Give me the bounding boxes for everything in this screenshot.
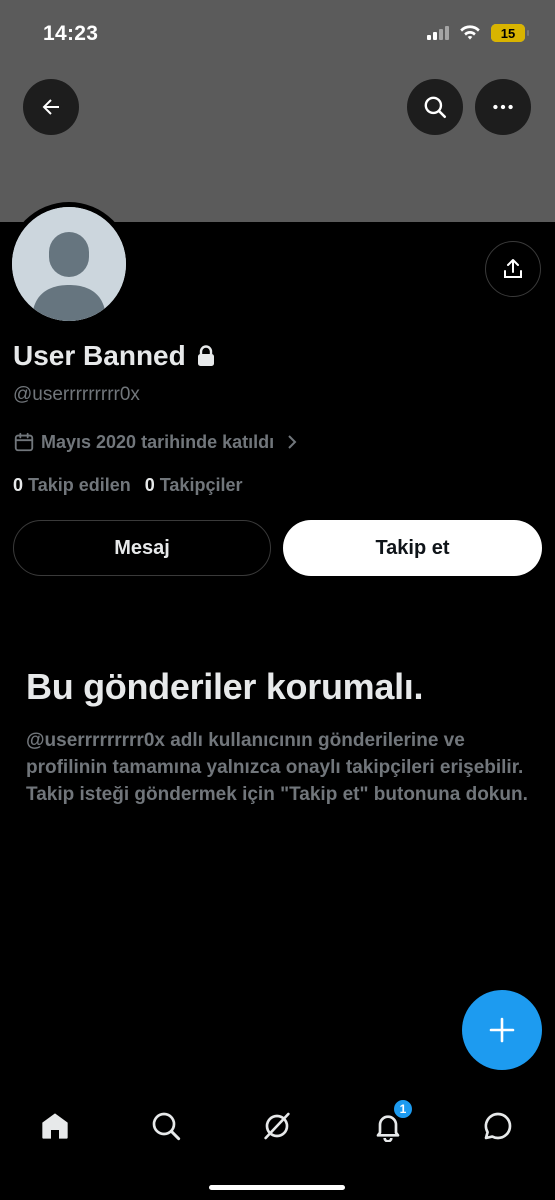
share-button[interactable] bbox=[485, 241, 541, 297]
status-time: 14:23 bbox=[43, 22, 99, 45]
following-label: Takip edilen bbox=[28, 475, 131, 495]
home-icon bbox=[42, 1113, 68, 1139]
search-icon bbox=[424, 96, 447, 119]
follow-button[interactable]: Takip et bbox=[283, 520, 542, 576]
share-icon bbox=[504, 259, 522, 278]
status-icons: 15 bbox=[427, 24, 529, 42]
protected-title: Bu gönderiler korumalı. bbox=[26, 666, 424, 707]
more-options-button[interactable] bbox=[475, 79, 531, 135]
more-horizontal-icon bbox=[493, 104, 513, 110]
follow-stats: 0 Takip edilen 0 Takipçiler bbox=[13, 475, 242, 496]
following-stat[interactable]: 0 Takip edilen bbox=[13, 475, 131, 496]
chat-bubble-icon bbox=[484, 1112, 512, 1140]
bottom-tab-bar: 1 bbox=[0, 1080, 555, 1200]
wifi-icon bbox=[460, 25, 480, 40]
joined-date-row[interactable]: Mayıs 2020 tarihinde katıldı bbox=[13, 431, 300, 453]
status-bar: 14:23 15 bbox=[0, 0, 555, 70]
message-button[interactable]: Mesaj bbox=[13, 520, 271, 576]
lock-icon bbox=[197, 345, 214, 366]
plus-icon bbox=[489, 1017, 515, 1043]
avatar bbox=[12, 207, 126, 321]
tab-grok[interactable] bbox=[249, 1098, 305, 1154]
default-avatar-icon bbox=[12, 207, 126, 321]
joined-date: Mayıs 2020 tarihinde katıldı bbox=[41, 431, 275, 452]
display-name-row: User Banned bbox=[13, 340, 216, 372]
followers-label: Takipçiler bbox=[159, 475, 243, 495]
profile-handle: @userrrrrrrrr0x bbox=[13, 384, 140, 405]
profile-avatar[interactable] bbox=[7, 202, 131, 326]
tab-search[interactable] bbox=[138, 1098, 194, 1154]
chevron-right-icon bbox=[288, 435, 297, 449]
search-button[interactable] bbox=[407, 79, 463, 135]
back-button[interactable] bbox=[23, 79, 79, 135]
home-indicator bbox=[209, 1185, 345, 1190]
calendar-icon bbox=[14, 432, 34, 452]
tab-notifications[interactable]: 1 bbox=[360, 1098, 416, 1154]
followers-count: 0 bbox=[144, 475, 155, 495]
tab-messages[interactable] bbox=[470, 1098, 526, 1154]
display-name: User Banned bbox=[13, 340, 186, 371]
compose-button[interactable] bbox=[462, 990, 542, 1070]
followers-stat[interactable]: 0 Takipçiler bbox=[145, 475, 243, 496]
protected-description: @userrrrrrrrr0x adlı kullanıcının gönder… bbox=[26, 730, 528, 805]
tab-home[interactable] bbox=[27, 1098, 83, 1154]
following-count: 0 bbox=[13, 475, 24, 495]
signal-icon bbox=[427, 26, 449, 40]
grok-icon bbox=[264, 1112, 290, 1140]
search-icon bbox=[152, 1112, 181, 1141]
notification-badge: 1 bbox=[393, 1099, 413, 1119]
battery-level: 15 bbox=[500, 25, 516, 41]
battery-icon: 15 bbox=[491, 24, 529, 42]
arrow-left-icon bbox=[42, 99, 59, 115]
